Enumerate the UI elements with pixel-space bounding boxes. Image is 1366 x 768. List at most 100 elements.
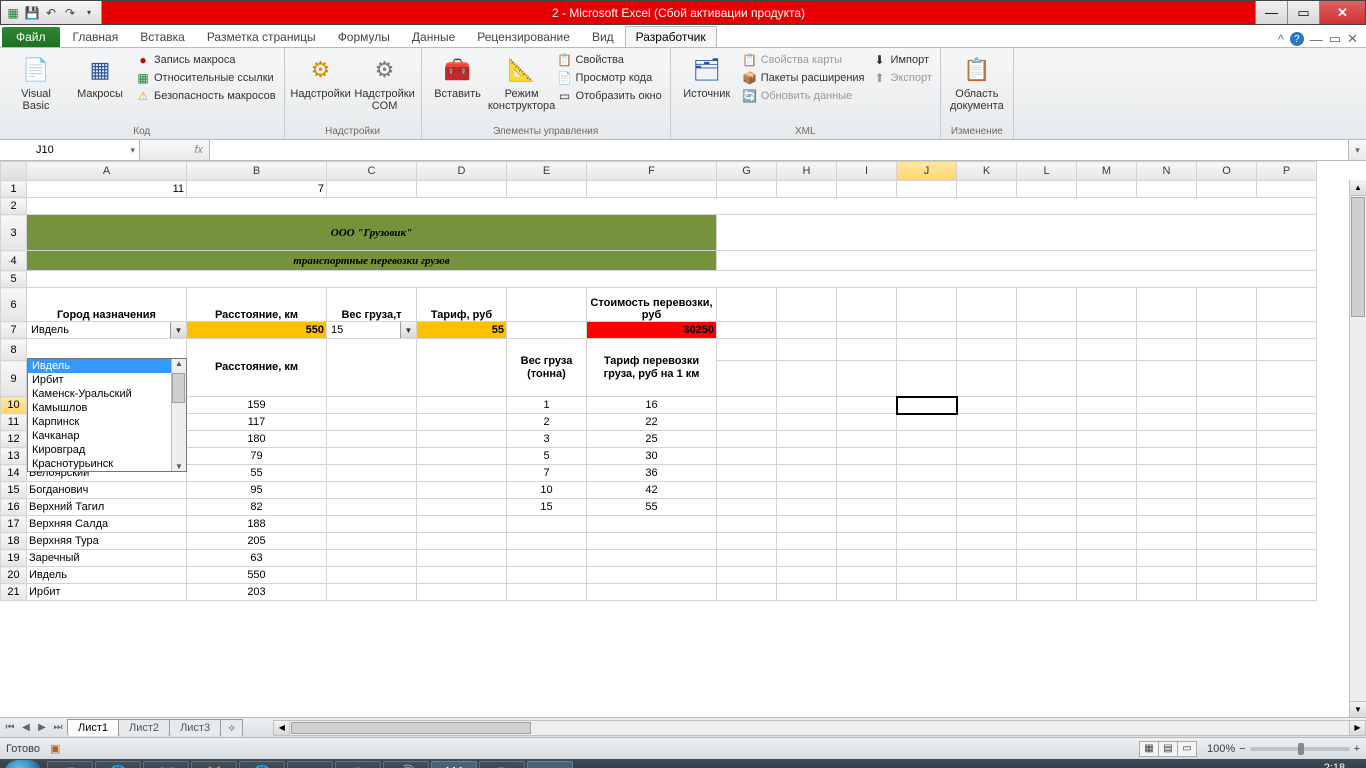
tab-home[interactable]: Главная	[62, 26, 130, 47]
formula-bar: J10 fx ▾	[0, 140, 1366, 161]
list-item[interactable]: Карпинск	[28, 415, 186, 429]
vertical-scrollbar[interactable]: ▲ ▼	[1349, 180, 1366, 717]
name-box[interactable]: J10	[0, 140, 140, 160]
expansion-packs-button[interactable]: 📦Пакеты расширения	[741, 70, 867, 86]
taskbar-app[interactable]: W	[431, 761, 477, 768]
relative-refs-button[interactable]: ▦Относительные ссылки	[134, 70, 278, 86]
city-dropdown-list[interactable]: Ивдель Ирбит Каменск-Уральский Камышлов …	[27, 358, 187, 472]
tab-data[interactable]: Данные	[401, 26, 466, 47]
properties-button[interactable]: 📋Свойства	[556, 52, 664, 68]
list-item[interactable]: Каменск-Уральский	[28, 387, 186, 401]
taskbar-app[interactable]: 🔊	[383, 761, 429, 768]
close-button[interactable]: ✕	[1319, 1, 1365, 24]
scrollbar-thumb[interactable]	[291, 722, 531, 734]
tab-formulas[interactable]: Формулы	[327, 26, 401, 47]
dropdown-button-icon[interactable]: ▼	[400, 322, 416, 338]
scroll-right-icon[interactable]: ▶	[1349, 721, 1365, 735]
help-icon[interactable]: ?	[1290, 32, 1304, 46]
list-item[interactable]: Кировград	[28, 443, 186, 457]
taskbar-app[interactable]: Я	[47, 761, 93, 768]
expand-formula-icon[interactable]: ▾	[1348, 140, 1366, 160]
visual-basic-button[interactable]: 📄Visual Basic	[6, 52, 66, 114]
scrollbar-thumb[interactable]	[1351, 197, 1365, 317]
zoom-slider[interactable]	[1250, 747, 1350, 751]
weight-dropdown-cell[interactable]: 15▼	[327, 322, 417, 339]
tab-view[interactable]: Вид	[581, 26, 625, 47]
taskbar-app[interactable]: 🌐	[95, 761, 141, 768]
sheet-tab[interactable]: Лист3	[169, 719, 221, 736]
list-item[interactable]: Ивдель	[28, 359, 186, 373]
formula-input[interactable]	[210, 140, 1348, 160]
scrollbar-thumb[interactable]	[172, 373, 185, 403]
record-macro-button[interactable]: ●Запись макроса	[134, 52, 278, 68]
macro-security-button[interactable]: ⚠Безопасность макросов	[134, 88, 278, 104]
macros-button[interactable]: ▦Макросы	[70, 52, 130, 102]
map-props-button[interactable]: 📋Свойства карты	[741, 52, 867, 68]
selected-cell[interactable]	[897, 397, 957, 414]
horizontal-scrollbar[interactable]: ◀ ▶	[273, 720, 1366, 736]
zoom-level[interactable]: 100%	[1207, 743, 1235, 755]
save-icon[interactable]: 💾	[24, 5, 40, 21]
minimize-ribbon-icon[interactable]: ^	[1278, 32, 1284, 47]
taskbar-app[interactable]: X	[527, 761, 573, 768]
window-min-icon[interactable]: —	[1310, 32, 1323, 47]
comaddins-icon: ⚙	[369, 54, 401, 86]
design-mode-button[interactable]: 📐Режим конструктора	[492, 52, 552, 114]
zoom-control[interactable]: 100% − +	[1207, 743, 1360, 755]
xml-export-button[interactable]: ⬆Экспорт	[871, 70, 934, 86]
minimize-button[interactable]: —	[1255, 1, 1287, 24]
scroll-left-icon[interactable]: ◀	[274, 721, 290, 735]
taskbar-app[interactable]: O	[335, 761, 381, 768]
list-item[interactable]: Камышлов	[28, 401, 186, 415]
system-tray[interactable]: RU ▲ ⚑ 📶 🔊 2:1809.04.2015	[1203, 762, 1362, 768]
show-window-button[interactable]: ▭Отобразить окно	[556, 88, 664, 104]
tab-insert[interactable]: Вставка	[129, 26, 196, 47]
list-item[interactable]: Ирбит	[28, 373, 186, 387]
window-close-icon[interactable]: ✕	[1347, 31, 1358, 47]
addins-button[interactable]: ⚙Надстройки	[291, 52, 351, 102]
redo-icon[interactable]: ↷	[62, 5, 78, 21]
dropdown-button-icon[interactable]: ▼	[170, 322, 186, 338]
new-sheet-button[interactable]: ✧	[220, 719, 243, 737]
list-item[interactable]: Качканар	[28, 429, 186, 443]
xml-source-button[interactable]: 🗂Источник	[677, 52, 737, 102]
sheet-nav[interactable]: ⏮◀▶⏭	[0, 722, 68, 733]
undo-icon[interactable]: ↶	[43, 5, 59, 21]
tab-review[interactable]: Рецензирование	[466, 26, 581, 47]
com-addins-button[interactable]: ⚙Надстройки COM	[355, 52, 415, 114]
clock[interactable]: 2:1809.04.2015	[1307, 762, 1362, 768]
sheet-tab[interactable]: Лист2	[118, 719, 170, 736]
city-dropdown-cell[interactable]: Ивдель▼	[27, 322, 187, 339]
doc-area-button[interactable]: 📋Область документа	[947, 52, 1007, 114]
list-item[interactable]: Краснотурьинск	[28, 457, 186, 471]
scroll-up-icon[interactable]: ▲	[1350, 180, 1366, 196]
taskbar-app[interactable]: 📁	[143, 761, 189, 768]
taskbar-app[interactable]: ▶	[287, 761, 333, 768]
select-all-corner[interactable]	[1, 162, 27, 181]
taskbar-app[interactable]: 🦊	[191, 761, 237, 768]
zoom-out-icon[interactable]: −	[1239, 743, 1245, 755]
taskbar-app[interactable]: 🌐	[239, 761, 285, 768]
zoom-in-icon[interactable]: +	[1354, 743, 1360, 755]
refresh-data-button[interactable]: 🔄Обновить данные	[741, 88, 867, 104]
window-restore-icon[interactable]: ▭	[1329, 31, 1341, 47]
grid[interactable]: ABCDEFGHIJKLMNOP 1117 2 3ООО "Грузовик" …	[0, 161, 1317, 601]
tab-pagelayout[interactable]: Разметка страницы	[196, 26, 327, 47]
qat-more-icon[interactable]: ▾	[81, 5, 97, 21]
sheet-tab[interactable]: Лист1	[67, 719, 119, 736]
fx-label[interactable]: fx	[140, 140, 210, 160]
import-icon: ⬇	[873, 53, 887, 67]
tab-developer[interactable]: Разработчик	[625, 26, 717, 47]
scroll-down-icon[interactable]: ▼	[1350, 701, 1366, 717]
file-tab[interactable]: Файл	[2, 27, 60, 47]
taskbar-app[interactable]: P	[479, 761, 525, 768]
macro-rec-icon[interactable]: ▣	[50, 742, 60, 755]
view-code-button[interactable]: 📄Просмотр кода	[556, 70, 664, 86]
xml-import-button[interactable]: ⬇Импорт	[871, 52, 934, 68]
maximize-button[interactable]: ▭	[1287, 1, 1319, 24]
view-buttons[interactable]: ▦▤▭	[1140, 741, 1197, 757]
col-headers[interactable]: ABCDEFGHIJKLMNOP	[1, 162, 1317, 181]
start-button[interactable]: ⊞	[4, 760, 42, 768]
worksheet-area: ABCDEFGHIJKLMNOP 1117 2 3ООО "Грузовик" …	[0, 161, 1366, 717]
insert-control-button[interactable]: 🧰Вставить	[428, 52, 488, 102]
